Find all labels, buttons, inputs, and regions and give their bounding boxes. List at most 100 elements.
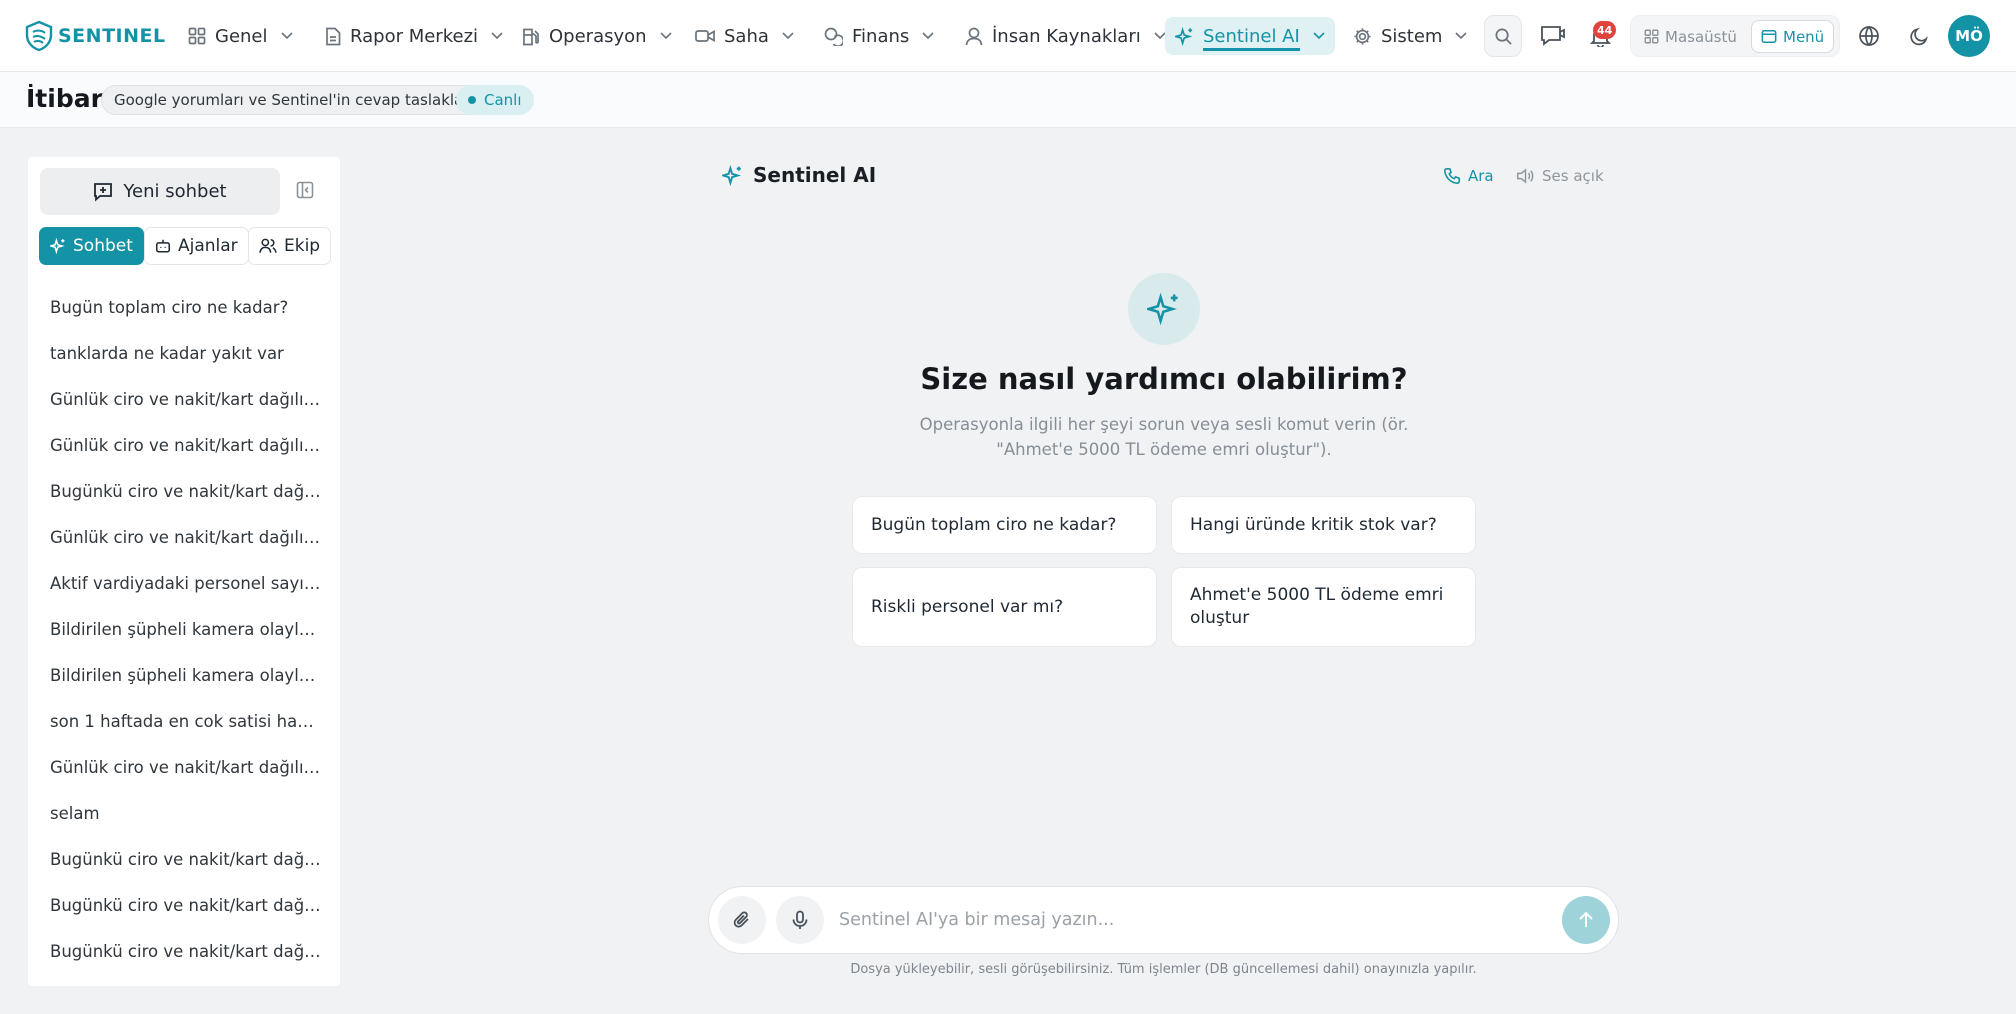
live-status-badge: Canlı (456, 85, 534, 115)
fuel-icon (522, 27, 540, 46)
chat-history-item[interactable]: Aktif vardiyadaki personel sayısını göst… (50, 561, 322, 607)
grid-icon (1644, 29, 1659, 44)
logo-text: SENTINEL (58, 25, 166, 47)
chat-history-item[interactable]: Günlük ciro ve nakit/kart dağılımını gös… (50, 515, 322, 561)
suggestion-card[interactable]: Riskli personel var mı? (852, 567, 1157, 647)
chevron-down-icon (782, 32, 794, 40)
chevron-down-icon (1455, 32, 1468, 40)
page-header: İtibar Google yorumları ve Sentinel'in c… (0, 72, 2016, 128)
chevron-down-icon (922, 32, 934, 40)
message-composer (708, 886, 1619, 954)
chat-history-item[interactable]: Bildirilen şüpheli kamera olaylarını lis… (50, 607, 322, 653)
suggestion-card[interactable]: Bugün toplam ciro ne kadar? (852, 496, 1157, 554)
file-icon (325, 27, 341, 46)
composer-footnote: Dosya yükleyebilir, sesli görüşebilirsin… (850, 962, 1477, 977)
sparkles-icon (50, 238, 66, 254)
chevron-down-icon (659, 32, 672, 40)
user-avatar[interactable]: MÖ (1948, 15, 1990, 57)
tab-label: Sohbet (73, 236, 133, 256)
chevron-down-icon (280, 32, 293, 40)
paperclip-icon (732, 910, 752, 930)
video-icon (695, 29, 715, 43)
sparkles-icon (1175, 26, 1194, 46)
logo[interactable]: SENTINEL (24, 18, 166, 54)
view-desktop-button[interactable]: Masaüstü (1635, 20, 1746, 53)
nav-genel[interactable]: Genel (178, 17, 303, 55)
message-input[interactable] (839, 901, 1529, 939)
bot-icon (155, 238, 171, 254)
messages-button[interactable] (1533, 15, 1573, 57)
user-icon (965, 27, 983, 46)
arrow-up-icon (1578, 911, 1594, 929)
call-button[interactable]: Ara (1443, 167, 1494, 185)
nav-saha[interactable]: Saha (685, 17, 804, 55)
page-title: İtibar (26, 84, 103, 113)
chat-history-item[interactable]: Bildirilen şüpheli kamera olaylarını lis… (50, 653, 322, 699)
chat-history-item[interactable]: selam (50, 791, 322, 837)
send-button[interactable] (1562, 896, 1610, 944)
view-menu-button[interactable]: Menü (1751, 20, 1835, 53)
chat-history-item[interactable]: Bugünkü ciro ve nakit/kart dağılımını gö… (50, 469, 322, 515)
tab-ekip[interactable]: Ekip (248, 227, 332, 265)
view-desktop-label: Masaüstü (1665, 27, 1737, 46)
message-plus-icon (93, 182, 113, 202)
attach-button[interactable] (718, 896, 766, 944)
language-button[interactable] (1849, 15, 1889, 57)
call-label: Ara (1468, 167, 1494, 185)
nav-label: Rapor Merkezi (350, 25, 479, 47)
live-dot-icon (468, 96, 476, 104)
chat-sidebar: Yeni sohbet Sohbet Ajanlar Ekip Bugün to… (28, 157, 340, 986)
microphone-button[interactable] (776, 896, 824, 944)
chat-history-item[interactable]: Bugün toplam ciro ne kadar? (50, 285, 322, 331)
chat-history-item[interactable]: tanklarda ne kadar yakıt var (50, 331, 322, 377)
nav-sistem[interactable]: Sistem (1343, 17, 1477, 55)
collapse-sidebar-button[interactable] (296, 181, 314, 199)
chat-header-title: Sentinel AI (722, 163, 876, 187)
chat-history-list: Bugün toplam ciro ne kadar? tanklarda ne … (50, 285, 322, 975)
nav-insan-kaynaklari[interactable]: İnsan Kaynakları (955, 17, 1176, 55)
new-chat-button[interactable]: Yeni sohbet (40, 168, 280, 215)
nav-label: Saha (724, 25, 769, 47)
nav-label: Finans (852, 25, 910, 47)
sound-toggle-button[interactable]: Ses açık (1516, 167, 1604, 185)
search-button[interactable] (1484, 15, 1522, 57)
nav-label: Operasyon (549, 25, 647, 47)
chat-history-item[interactable]: Bugünkü ciro ve nakit/kart dağılımını gö… (50, 929, 322, 975)
chat-history-item[interactable]: Günlük ciro ve nakit/kart dağılımını gös… (50, 377, 322, 423)
nav-label: Genel (215, 25, 268, 47)
new-chat-label: Yeni sohbet (123, 181, 227, 202)
nav-finans[interactable]: Finans (814, 17, 944, 55)
microphone-icon (791, 910, 809, 930)
gear-icon (1353, 27, 1372, 46)
chat-history-item[interactable]: son 1 haftada en cok satisi hangi gün ol… (50, 699, 322, 745)
page-description-pill: Google yorumları ve Sentinel'in cevap ta… (101, 85, 487, 115)
nav-label: Sistem (1381, 25, 1443, 47)
sparkles-icon (1147, 292, 1181, 326)
nav-sentinel-ai[interactable]: Sentinel AI (1165, 17, 1335, 55)
chat-history-item[interactable]: Bugünkü ciro ve nakit/kart dağılımını gö… (50, 883, 322, 929)
chat-history-item[interactable]: Bugünkü ciro ve nakit/kart dağılımını gö… (50, 837, 322, 883)
coins-icon (824, 27, 843, 46)
suggestion-card[interactable]: Hangi üründe kritik stok var? (1171, 496, 1476, 554)
tab-ajanlar[interactable]: Ajanlar (144, 227, 249, 265)
suggestion-card[interactable]: Ahmet'e 5000 TL ödeme emri oluştur (1171, 567, 1476, 647)
moon-icon (1909, 26, 1930, 47)
tab-label: Ajanlar (178, 236, 238, 256)
shield-logo-icon (24, 20, 54, 52)
hero-sparkles-badge (1128, 273, 1200, 345)
nav-rapor-merkezi[interactable]: Rapor Merkezi (315, 17, 513, 55)
volume-icon (1516, 168, 1535, 184)
phone-icon (1443, 167, 1461, 185)
theme-toggle-button[interactable] (1899, 15, 1939, 57)
chat-history-item[interactable]: Günlük ciro ve nakit/kart dağılımını gös… (50, 423, 322, 469)
search-icon (1494, 27, 1513, 46)
grid-icon (188, 27, 206, 45)
nav-operasyon[interactable]: Operasyon (512, 17, 682, 55)
chat-history-item[interactable]: Günlük ciro ve nakit/kart dağılımını gös… (50, 745, 322, 791)
globe-icon (1858, 25, 1880, 47)
sparkles-icon (722, 164, 743, 186)
chevron-down-icon (1154, 32, 1166, 40)
layout-icon (1761, 29, 1777, 44)
panel-left-close-icon (296, 181, 314, 199)
tab-sohbet[interactable]: Sohbet (39, 227, 144, 265)
